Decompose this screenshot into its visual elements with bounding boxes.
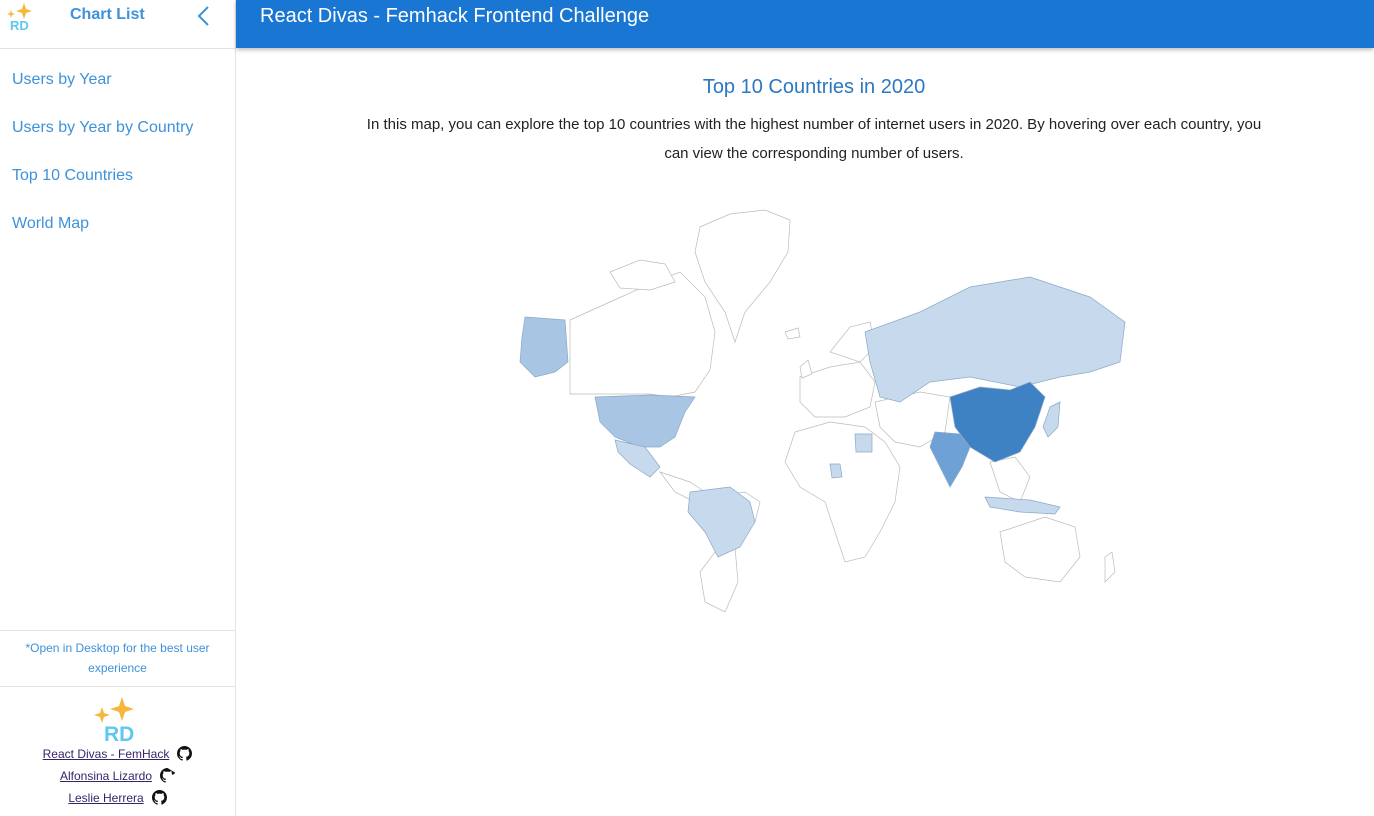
country-russia: [864, 276, 1126, 403]
github-icon[interactable]: [160, 768, 176, 783]
credit-alfonsina: Alfonsina Lizardo: [0, 768, 235, 783]
iceland: [784, 327, 801, 340]
nav-item-users-by-year[interactable]: Users by Year: [0, 56, 235, 104]
country-india: [929, 431, 971, 488]
github-icon[interactable]: [151, 790, 167, 805]
svg-text:RD: RD: [104, 723, 134, 743]
country-alaska: [519, 316, 569, 378]
svg-text:RD: RD: [10, 18, 29, 33]
credit-leslie: Leslie Herrera: [0, 790, 235, 805]
app-header: React Divas - Femhack Frontend Challenge: [236, 0, 1374, 48]
australia: [999, 516, 1081, 583]
chart-nav: Users by Year Users by Year by Country T…: [0, 56, 235, 248]
country-egypt: [854, 433, 873, 453]
country-indonesia: [984, 496, 1061, 515]
southeast-asia: [989, 456, 1031, 503]
link-leslie-herrera[interactable]: Leslie Herrera: [68, 791, 143, 805]
nav-item-top-10-countries[interactable]: Top 10 Countries: [0, 152, 235, 200]
chart-description: In this map, you can explore the top 10 …: [366, 116, 1262, 162]
collapse-sidebar-button[interactable]: [194, 4, 216, 28]
country-nigeria: [829, 463, 843, 479]
credit-react-divas: React Divas - FemHack: [0, 746, 235, 761]
react-divas-logo-large: RD: [94, 697, 134, 743]
sidebar-title: Chart List: [70, 6, 145, 23]
main-content: Top 10 Countries in 2020 In this map, yo…: [236, 48, 1374, 816]
world-map: [519, 209, 1126, 612]
canada: [569, 271, 716, 398]
link-alfonsina-lizardo[interactable]: Alfonsina Lizardo: [60, 769, 152, 783]
country-usa: [594, 394, 696, 448]
nav-item-users-by-year-by-country[interactable]: Users by Year by Country: [0, 104, 235, 152]
new-zealand: [1104, 551, 1116, 583]
africa: [784, 421, 901, 563]
nav-item-world-map[interactable]: World Map: [0, 200, 235, 248]
chart-heading: Top 10 Countries in 2020: [702, 76, 926, 98]
link-react-divas-femhack[interactable]: React Divas - FemHack: [43, 747, 170, 761]
github-icon[interactable]: [177, 746, 193, 761]
sidebar-header: RD Chart List: [0, 0, 235, 49]
sidebar: RD Chart List Users by Year Users by Yea…: [0, 0, 236, 816]
country-japan: [1042, 401, 1061, 438]
chevron-left-icon: [197, 6, 209, 26]
react-divas-logo: RD: [7, 3, 32, 33]
sidebar-footer: RD React Divas - FemHack Alfonsina Lizar…: [0, 688, 235, 816]
app-title: React Divas - Femhack Frontend Challenge: [260, 5, 650, 27]
desktop-note: *Open in Desktop for the best user exper…: [0, 630, 235, 687]
